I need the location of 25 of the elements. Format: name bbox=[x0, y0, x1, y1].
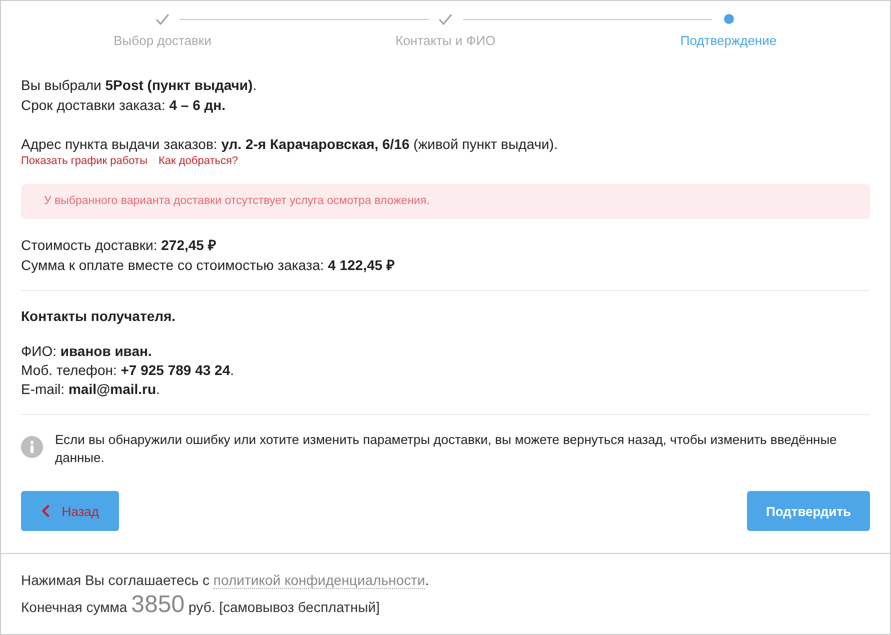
delivery-time-text: Срок доставки заказа: 4 – 6 дн. bbox=[21, 96, 226, 115]
info-icon bbox=[21, 436, 43, 458]
back-button[interactable]: Назад bbox=[21, 491, 119, 531]
contacts-heading: Контакты получателя. bbox=[21, 307, 177, 326]
info-note: Если вы обнаружили ошибку или хотите изменить параметры доставки, вы можете вернуться назад, чтобы изменить введённые данные. bbox=[55, 431, 838, 467]
delivery-service-text: Вы выбрали 5Post (пункт выдачи). bbox=[21, 76, 258, 95]
contact-detail: ФИО: иванов иван. bbox=[21, 342, 153, 361]
total-payment-text: Сумма к оплате вместе со стоимостью заказа: 4 122,45 ₽ bbox=[21, 256, 396, 275]
directions-link[interactable]: Как добраться? bbox=[158, 154, 238, 168]
consent-text: Нажимая Вы соглашаетесь с политикой конфиденциальности. bbox=[21, 571, 430, 590]
step-label: Подтверждение bbox=[680, 33, 777, 49]
contact-detail: Моб. телефон: +7 925 789 43 24. bbox=[21, 361, 236, 380]
confirm-button[interactable]: Подтвердить bbox=[747, 491, 870, 531]
chevron-left-icon bbox=[41, 504, 50, 518]
step-label: Выбор доставки bbox=[114, 33, 212, 49]
warning-alert: У выбранного варианта доставки отсутствует услуга осмотра вложения. bbox=[21, 184, 870, 219]
total-note: руб. [самовывоз бесплатный] bbox=[188, 599, 380, 615]
total-amount: 3850 bbox=[131, 590, 185, 620]
contact-detail: E-mail: mail@mail.ru. bbox=[21, 380, 161, 399]
pickup-address-text: Адрес пункта выдачи заказов: ул. 2-я Карачаровская, 6/16 (живой пункт выдачи). bbox=[21, 135, 559, 154]
privacy-policy-link[interactable]: политикой конфиденциальности bbox=[213, 572, 426, 589]
step-label: Контакты и ФИО bbox=[396, 33, 496, 49]
total-label: Конечная сумма bbox=[21, 599, 128, 615]
schedule-link[interactable]: Показать график работы bbox=[21, 154, 148, 168]
delivery-cost-text: Стоимость доставки: 272,45 ₽ bbox=[21, 236, 217, 255]
